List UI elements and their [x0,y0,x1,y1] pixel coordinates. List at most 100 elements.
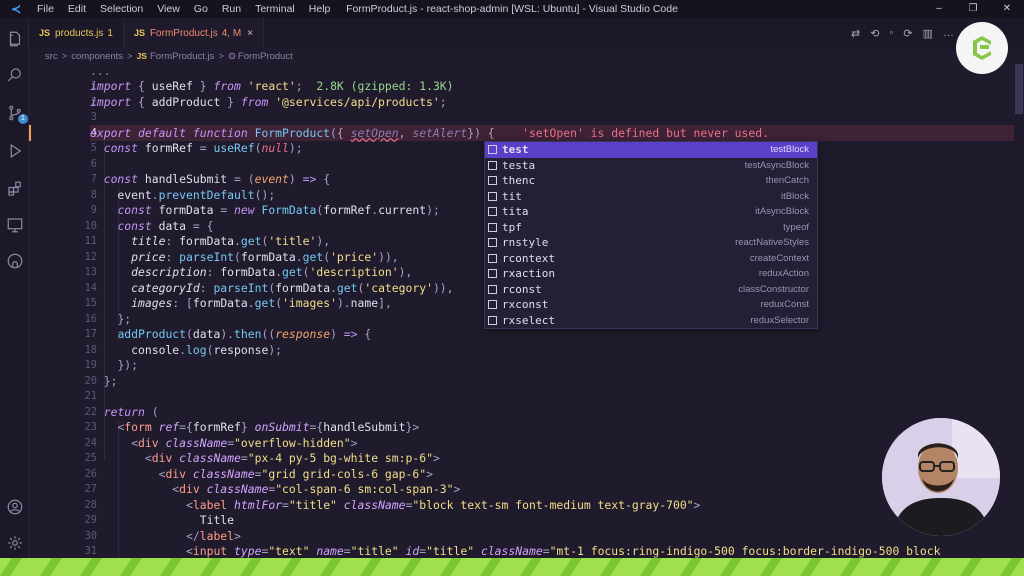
github-icon[interactable] [4,250,25,271]
suggestion-item[interactable]: rnstyle reactNativeStyles [485,235,817,251]
menu-edit[interactable]: Edit [61,0,93,18]
line-number: 5 [90,142,97,154]
menu-file[interactable]: File [30,0,61,18]
line-number: 27 [84,483,97,495]
line-number: 9 [90,204,97,216]
snippet-icon [488,145,497,154]
line-number: 11 [84,235,97,247]
suggestion-item[interactable]: rxaction reduxAction [485,266,817,282]
line-number: 2 [90,95,97,108]
breadcrumb-components[interactable]: components [71,51,123,62]
source-control-icon[interactable]: 1 [4,102,28,124]
line-number: 29 [84,514,97,526]
code-line: const formRef = useRef(null); [103,141,303,155]
line-number: 10 [84,219,97,232]
line-number: 25 [84,452,97,464]
scm-badge: 1 [18,114,28,124]
code-line: import { useRef } from 'react'; 2.8K (gz… [90,79,454,93]
snippet-icon [488,160,497,170]
code-folded-ellipsis: ... [90,64,111,78]
dot-icon[interactable]: ◦ [889,27,893,39]
code-line: </label> [186,528,241,543]
code-line: console.log(response); [90,342,283,357]
line-number: 1 [90,80,97,92]
js-file-icon: JS [133,28,145,38]
line-number: 26 [84,467,97,480]
line-number: 23 [84,421,97,433]
line-number: 19 [84,359,97,371]
snippet-icon [488,253,497,263]
line-number: 3 [90,111,97,123]
editor-actions: ⇄ ⟲ ◦ ⟳ ▥ … [851,18,954,48]
menu-run[interactable]: Run [215,0,248,18]
go-back-icon[interactable]: ⟲ [870,27,879,40]
restore-button[interactable]: ❐ [956,0,990,18]
code-line: const data = { [117,218,214,233]
suggestion-item[interactable]: testa testAsyncBlock [485,158,817,174]
line-number-gutter: 1 2 3 4 5 6 7 8 9 10 11 12 13 14 15 16 1… [29,64,99,558]
menu-terminal[interactable]: Terminal [248,0,302,18]
go-forward-icon[interactable]: ⟳ [903,27,912,40]
tab-problem-count: 1 [107,27,113,39]
menu-go[interactable]: Go [187,0,215,18]
breadcrumb-src[interactable]: src [45,51,58,62]
tab-label: FormProduct.js [149,27,218,39]
menu-view[interactable]: View [150,0,187,18]
line-number: 12 [84,250,97,263]
suggestion-item-selected[interactable]: test testBlock [485,142,817,158]
bottom-decorative-stripe [0,558,1024,576]
line-number: 6 [90,157,97,170]
js-file-icon: JS [136,51,147,61]
scrollbar-thumb[interactable] [1015,64,1023,114]
snippet-icon [488,269,497,278]
suggestion-item[interactable]: tpf typeof [485,220,817,236]
compare-icon[interactable]: ⇄ [851,27,860,40]
search-icon[interactable] [4,64,25,85]
code-line: <div className="overflow-hidden"> [131,435,358,450]
close-tab-icon[interactable]: × [247,28,253,39]
menu-help[interactable]: Help [302,0,338,18]
split-editor-icon[interactable]: ▥ [923,27,933,40]
run-debug-icon[interactable] [4,140,25,161]
snippet-icon [488,300,497,309]
line-number: 20 [84,374,97,387]
line-number: 15 [84,297,97,309]
explorer-icon[interactable] [4,28,25,49]
menu-selection[interactable]: Selection [93,0,150,18]
more-actions-icon[interactable]: … [943,27,954,39]
close-button[interactable]: ✕ [990,0,1024,18]
code-line: const formData = new FormData(formRef.cu… [117,203,440,217]
editor-scrollbar[interactable] [1014,64,1024,558]
suggestion-item[interactable]: tit itBlock [485,189,817,205]
minimize-button[interactable]: – [922,0,956,18]
breadcrumb-file[interactable]: FormProduct.js [150,51,214,62]
breadcrumb-symbol[interactable]: FormProduct [238,51,293,62]
presenter-video-icon [882,418,1000,536]
suggestion-item[interactable]: thenc thenCatch [485,173,817,189]
suggestion-item[interactable]: rconst classConstructor [485,282,817,298]
extensions-icon[interactable] [4,178,25,199]
line-number: 28 [84,498,97,511]
code-line: }; [103,373,118,388]
suggestion-item[interactable]: tita itAsyncBlock [485,204,817,220]
snippet-icon [488,222,497,232]
code-line: description: formData.get('description')… [131,265,413,279]
webcam-presenter [882,418,1000,536]
tab-problem-count: 4, M [221,27,242,39]
suggestion-item[interactable]: rxselect reduxSelector [485,313,817,329]
snippet-icon [488,238,497,247]
account-icon[interactable] [4,496,25,517]
tab-formproduct-js[interactable]: JS FormProduct.js 4, M × [123,18,265,48]
suggestion-item[interactable]: rcontext createContext [485,251,817,267]
code-line: addProduct(data).then((response) => { [117,327,372,341]
code-line: <label htmlFor="title" className="block … [186,497,701,512]
suggestion-item[interactable]: rxconst reduxConst [485,297,817,313]
autocomplete-suggestions: test testBlock testa testAsyncBlock thenc t… [484,141,818,329]
remote-explorer-icon[interactable] [4,214,25,235]
line-number: 22 [84,405,97,418]
channel-logo [956,22,1008,74]
tab-products-js[interactable]: JS products.js 1 [29,18,124,48]
settings-gear-icon[interactable] [4,532,25,553]
code-line: price: parseInt(formData.get('price')), [131,249,399,264]
vscode-logo-icon: ≺ [10,2,22,16]
